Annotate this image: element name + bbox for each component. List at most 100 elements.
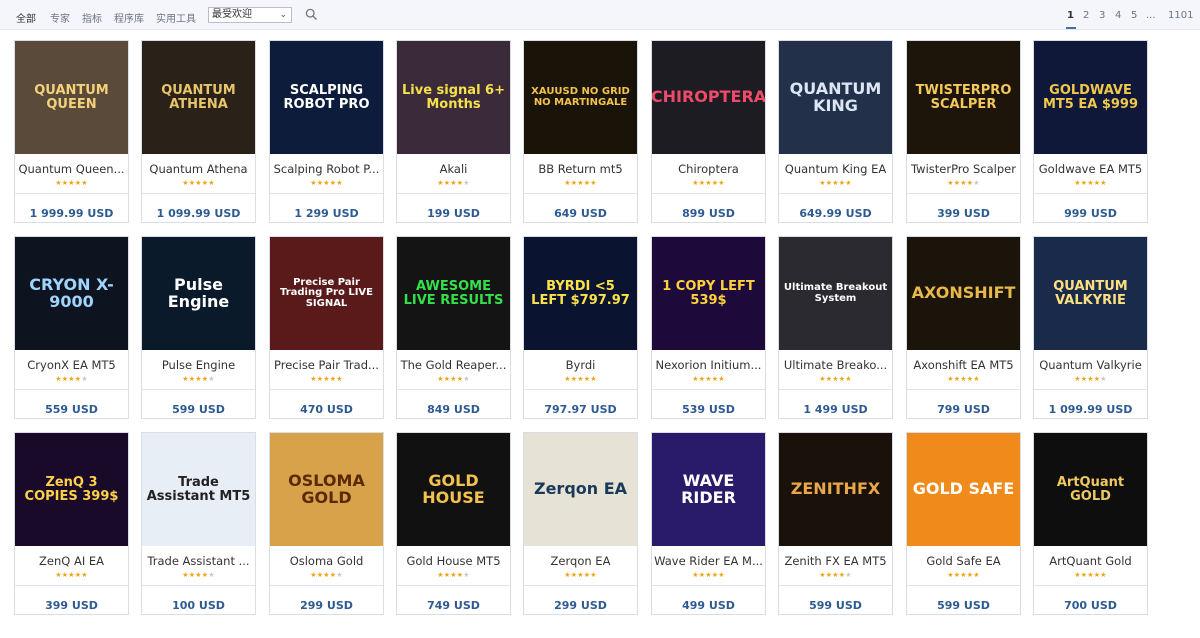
product-price[interactable]: 559 USD <box>15 403 128 416</box>
product-name[interactable]: TwisterPro Scalper <box>909 162 1018 176</box>
product-price[interactable]: 999 USD <box>1034 207 1147 220</box>
tab-all[interactable]: 全部 <box>16 10 36 25</box>
product-name[interactable]: Zenith FX EA MT5 <box>781 554 890 568</box>
product-card[interactable]: Ultimate Breakout System Ultimate Breako.… <box>778 236 893 419</box>
product-thumbnail[interactable]: Pulse Engine <box>142 237 255 350</box>
product-card[interactable]: TWISTERPRO SCALPER TwisterPro Scalper ★★★★… <box>906 40 1021 223</box>
page-2[interactable]: 2 <box>1083 10 1089 21</box>
product-card[interactable]: BYRDI <5 LEFT $797.97 Byrdi ★★★★★ 797.97 US… <box>523 236 638 419</box>
product-price[interactable]: 649.99 USD <box>779 207 892 220</box>
product-name[interactable]: Quantum King EA <box>781 162 890 176</box>
tab-libraries[interactable]: 程序库 <box>114 10 144 25</box>
product-card[interactable]: Precise Pair Trading Pro LIVE SIGNAL Prec… <box>269 236 384 419</box>
product-price[interactable]: 399 USD <box>907 207 1020 220</box>
product-thumbnail[interactable]: ZENITHFX <box>779 433 892 546</box>
product-price[interactable]: 899 USD <box>652 207 765 220</box>
product-price[interactable]: 1 299 USD <box>270 207 383 220</box>
product-card[interactable]: SCALPING ROBOT PRO Scalping Robot P... ★★★… <box>269 40 384 223</box>
product-thumbnail[interactable]: OSLOMA GOLD <box>270 433 383 546</box>
product-name[interactable]: ZenQ AI EA <box>17 554 126 568</box>
product-name[interactable]: Gold Safe EA <box>909 554 1018 568</box>
product-name[interactable]: Axonshift EA MT5 <box>909 358 1018 372</box>
product-name[interactable]: Trade Assistant ... <box>144 554 253 568</box>
product-card[interactable]: GOLDWAVE MT5 EA $999 Goldwave EA MT5 ★★★★★… <box>1033 40 1148 223</box>
product-card[interactable]: CRYON X-9000 CryonX EA MT5 ★★★★★ 559 USD <box>14 236 129 419</box>
product-card[interactable]: GOLD SAFE Gold Safe EA ★★★★★ 599 USD <box>906 432 1021 615</box>
product-card[interactable]: Pulse Engine Pulse Engine ★★★★★ 599 USD <box>141 236 256 419</box>
product-thumbnail[interactable]: AWESOME LIVE RESULTS <box>397 237 510 350</box>
product-price[interactable]: 539 USD <box>652 403 765 416</box>
page-last[interactable]: 1101 <box>1168 10 1193 21</box>
product-thumbnail[interactable]: Precise Pair Trading Pro LIVE SIGNAL <box>270 237 383 350</box>
product-name[interactable]: BB Return mt5 <box>526 162 635 176</box>
product-thumbnail[interactable]: GOLD HOUSE <box>397 433 510 546</box>
product-name[interactable]: Gold House MT5 <box>399 554 508 568</box>
product-price[interactable]: 849 USD <box>397 403 510 416</box>
product-card[interactable]: ZenQ 3 COPIES 399$ ZenQ AI EA ★★★★★ 399 USD <box>14 432 129 615</box>
product-thumbnail[interactable]: ArtQuant GOLD <box>1034 433 1147 546</box>
product-thumbnail[interactable]: BYRDI <5 LEFT $797.97 <box>524 237 637 350</box>
product-price[interactable]: 599 USD <box>779 599 892 612</box>
product-card[interactable]: Zerqon EA Zerqon EA ★★★★★ 299 USD <box>523 432 638 615</box>
product-name[interactable]: Quantum Valkyrie <box>1036 358 1145 372</box>
product-name[interactable]: Chiroptera <box>654 162 763 176</box>
product-price[interactable]: 299 USD <box>524 599 637 612</box>
product-thumbnail[interactable]: QUANTUM KING <box>779 41 892 154</box>
product-card[interactable]: QUANTUM KING Quantum King EA ★★★★★ 649.99 U… <box>778 40 893 223</box>
product-thumbnail[interactable]: WAVE RIDER <box>652 433 765 546</box>
product-thumbnail[interactable]: Ultimate Breakout System <box>779 237 892 350</box>
product-name[interactable]: ArtQuant Gold <box>1036 554 1145 568</box>
product-name[interactable]: Wave Rider EA M... <box>654 554 763 568</box>
product-price[interactable]: 797.97 USD <box>524 403 637 416</box>
product-thumbnail[interactable]: QUANTUM QUEEN <box>15 41 128 154</box>
product-name[interactable]: CryonX EA MT5 <box>17 358 126 372</box>
product-card[interactable]: ArtQuant GOLD ArtQuant Gold ★★★★★ 700 USD <box>1033 432 1148 615</box>
product-name[interactable]: Pulse Engine <box>144 358 253 372</box>
tab-indicators[interactable]: 指标 <box>82 10 102 25</box>
product-name[interactable]: The Gold Reaper... <box>399 358 508 372</box>
product-price[interactable]: 700 USD <box>1034 599 1147 612</box>
product-price[interactable]: 499 USD <box>652 599 765 612</box>
product-thumbnail[interactable]: AXONSHIFT <box>907 237 1020 350</box>
product-card[interactable]: OSLOMA GOLD Osloma Gold ★★★★★ 299 USD <box>269 432 384 615</box>
product-thumbnail[interactable]: Zerqon EA <box>524 433 637 546</box>
product-card[interactable]: ZENITHFX Zenith FX EA MT5 ★★★★★ 599 USD <box>778 432 893 615</box>
product-thumbnail[interactable]: GOLD SAFE <box>907 433 1020 546</box>
product-price[interactable]: 799 USD <box>907 403 1020 416</box>
product-name[interactable]: Goldwave EA MT5 <box>1036 162 1145 176</box>
product-thumbnail[interactable]: XAUUSD NO GRID NO MARTINGALE <box>524 41 637 154</box>
product-thumbnail[interactable]: CRYON X-9000 <box>15 237 128 350</box>
product-name[interactable]: Quantum Athena <box>144 162 253 176</box>
product-thumbnail[interactable]: QUANTUM ATHENA <box>142 41 255 154</box>
product-card[interactable]: Live signal 6+ Months Akali ★★★★★ 199 USD <box>396 40 511 223</box>
page-1[interactable]: 1 <box>1067 10 1074 21</box>
product-card[interactable]: QUANTUM VALKYRIE Quantum Valkyrie ★★★★★ 1 0… <box>1033 236 1148 419</box>
product-thumbnail[interactable]: ZenQ 3 COPIES 399$ <box>15 433 128 546</box>
search-icon[interactable] <box>305 8 318 21</box>
product-card[interactable]: QUANTUM ATHENA Quantum Athena ★★★★★ 1 099.9… <box>141 40 256 223</box>
product-card[interactable]: AXONSHIFT Axonshift EA MT5 ★★★★★ 799 USD <box>906 236 1021 419</box>
product-name[interactable]: Nexorion Initium... <box>654 358 763 372</box>
product-thumbnail[interactable]: Trade Assistant MT5 <box>142 433 255 546</box>
product-price[interactable]: 599 USD <box>907 599 1020 612</box>
product-price[interactable]: 599 USD <box>142 403 255 416</box>
product-thumbnail[interactable]: CHIROPTERA <box>652 41 765 154</box>
product-thumbnail[interactable]: QUANTUM VALKYRIE <box>1034 237 1147 350</box>
product-thumbnail[interactable]: TWISTERPRO SCALPER <box>907 41 1020 154</box>
product-card[interactable]: 1 COPY LEFT 539$ Nexorion Initium... ★★★★★… <box>651 236 766 419</box>
product-thumbnail[interactable]: SCALPING ROBOT PRO <box>270 41 383 154</box>
product-price[interactable]: 749 USD <box>397 599 510 612</box>
product-card[interactable]: QUANTUM QUEEN Quantum Queen... ★★★★★ 1 999.… <box>14 40 129 223</box>
product-card[interactable]: CHIROPTERA Chiroptera ★★★★★ 899 USD <box>651 40 766 223</box>
product-name[interactable]: Zerqon EA <box>526 554 635 568</box>
product-price[interactable]: 199 USD <box>397 207 510 220</box>
product-name[interactable]: Osloma Gold <box>272 554 381 568</box>
product-name[interactable]: Quantum Queen... <box>17 162 126 176</box>
product-price[interactable]: 1 999.99 USD <box>15 207 128 220</box>
product-name[interactable]: Akali <box>399 162 508 176</box>
product-card[interactable]: GOLD HOUSE Gold House MT5 ★★★★★ 749 USD <box>396 432 511 615</box>
page-3[interactable]: 3 <box>1099 10 1105 21</box>
product-price[interactable]: 1 099.99 USD <box>142 207 255 220</box>
product-name[interactable]: Byrdi <box>526 358 635 372</box>
product-price[interactable]: 399 USD <box>15 599 128 612</box>
